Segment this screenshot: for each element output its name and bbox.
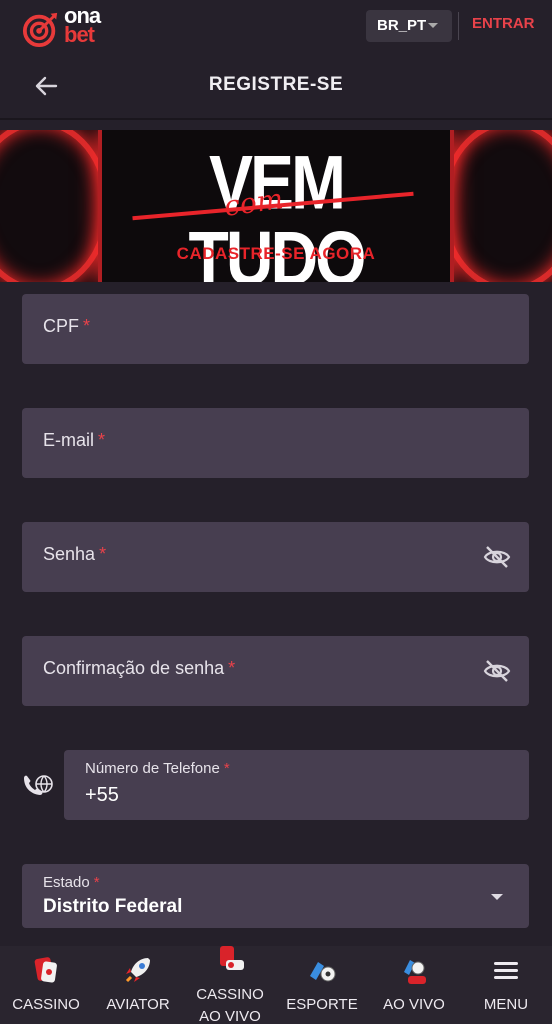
nav-item-esporte[interactable]: ESPORTE [276, 946, 368, 1024]
eye-off-icon[interactable] [483, 544, 511, 570]
nav-label: AVIATOR [106, 996, 170, 1013]
bottom-navigation: CASSINO AVIATOR CASSINO AO VIVO ESPORTE [0, 946, 552, 1024]
cassino-icon [34, 957, 57, 983]
nav-label: AO VIVO [383, 996, 445, 1013]
nav-label: CASSINO [12, 996, 80, 1013]
required-mark: * [223, 760, 230, 777]
phone-value: +55 [85, 784, 119, 806]
header-divider [458, 12, 459, 40]
live-casino-icon [220, 946, 244, 970]
nav-item-cassino[interactable]: CASSINO [0, 946, 92, 1024]
nav-item-aviator[interactable]: AVIATOR [92, 946, 184, 1024]
phone-field[interactable]: Número de Telefone * +55 [64, 750, 529, 820]
password-label-wrap: Senha * [43, 544, 106, 565]
nav-item-cassino-ao-vivo[interactable]: CASSINO AO VIVO [184, 946, 276, 1024]
phone-globe-icon [24, 775, 53, 795]
state-value: Distrito Federal [43, 896, 183, 917]
promo-banner[interactable]: VEM TUDO com CADASTRE-SE AGORA [0, 130, 552, 282]
phone-label: Número de Telefone [85, 760, 220, 777]
nav-item-menu[interactable]: MENU [460, 946, 552, 1024]
logo-word-bet: bet [64, 22, 95, 47]
nav-label-line1: CASSINO [196, 986, 264, 1003]
top-bar: ona bet BR_PT ENTRAR [0, 0, 552, 52]
eye-off-icon[interactable] [483, 658, 511, 684]
dropdown-caret-icon [491, 894, 503, 900]
password-field[interactable]: Senha * [22, 522, 529, 592]
cpf-label: CPF [43, 316, 79, 336]
email-label-wrap: E-mail * [43, 430, 105, 451]
email-label: E-mail [43, 430, 95, 450]
required-mark: * [99, 544, 107, 564]
language-value: BR_PT [377, 17, 427, 34]
chevron-down-icon [428, 23, 438, 28]
password-confirm-label-wrap: Confirmação de senha * [43, 658, 235, 679]
logo-target-icon [22, 12, 58, 48]
live-sport-icon [404, 960, 426, 984]
nav-label-line2: AO VIVO [199, 1008, 261, 1024]
nav-label: ESPORTE [286, 996, 358, 1013]
password-confirm-label: Confirmação de senha [43, 658, 225, 678]
language-selector[interactable]: BR_PT [366, 10, 452, 42]
hamburger-icon [494, 962, 518, 979]
state-label: Estado [43, 874, 90, 891]
password-confirm-field[interactable]: Confirmação de senha * [22, 636, 529, 706]
neon-ring-right [440, 130, 552, 282]
required-mark: * [93, 874, 100, 891]
rocket-icon [125, 958, 150, 983]
cpf-label-wrap: CPF * [43, 316, 90, 337]
nav-item-ao-vivo[interactable]: AO VIVO [368, 946, 460, 1024]
phone-label-wrap: Número de Telefone * [85, 760, 230, 777]
required-mark: * [98, 430, 106, 450]
state-select[interactable]: Estado * Distrito Federal [22, 864, 529, 928]
login-button[interactable]: ENTRAR [472, 15, 535, 32]
email-field[interactable]: E-mail * [22, 408, 529, 478]
required-mark: * [83, 316, 91, 336]
password-label: Senha [43, 544, 96, 564]
state-label-wrap: Estado * [43, 874, 100, 891]
required-mark: * [228, 658, 236, 678]
header-divider-line [0, 118, 552, 120]
banner-subheadline: CADASTRE-SE AGORA [176, 244, 376, 263]
nav-label: CASSINO AO VIVO [184, 984, 276, 1024]
title-bar: REGISTRE-SE [0, 58, 552, 116]
page-title: REGISTRE-SE [208, 74, 344, 95]
cpf-field[interactable]: CPF * [22, 294, 529, 364]
neon-ring-left [0, 130, 110, 282]
sport-icon [310, 962, 336, 982]
nav-label: MENU [483, 996, 529, 1013]
onabet-logo[interactable]: ona bet [20, 4, 120, 48]
